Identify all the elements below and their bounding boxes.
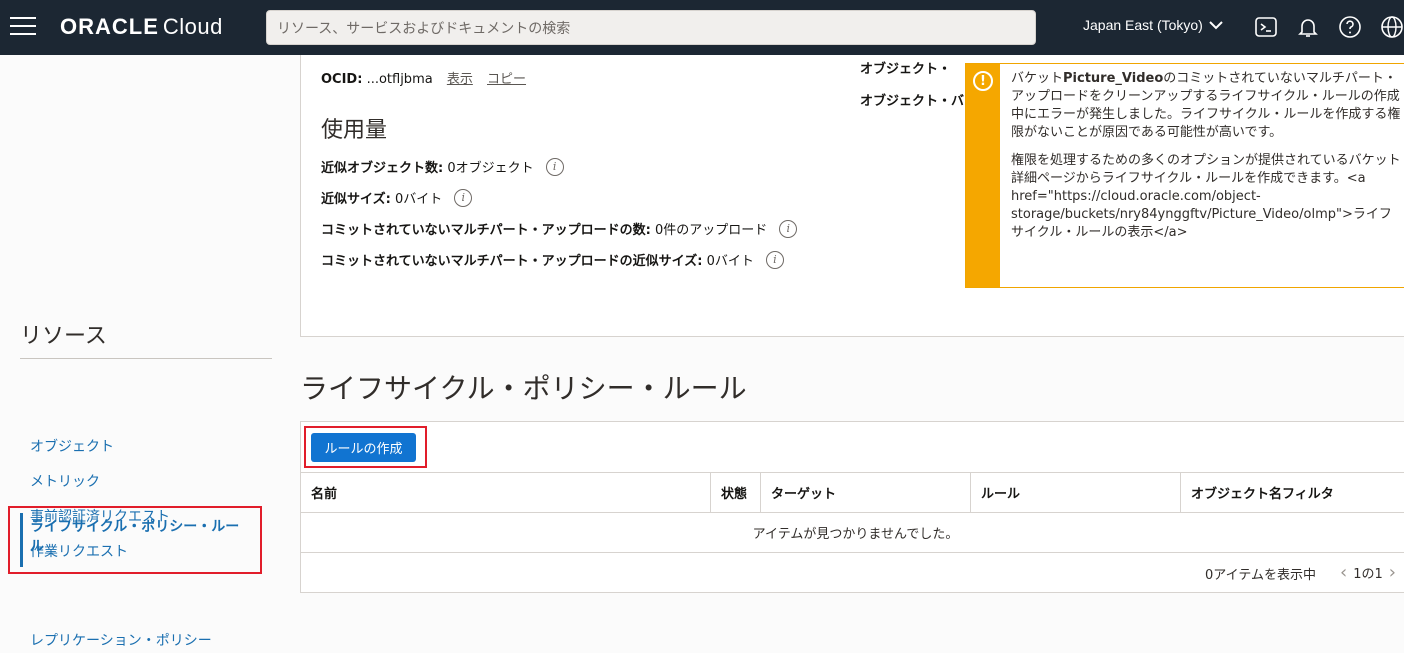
column-header-target[interactable]: ターゲット — [761, 473, 971, 512]
active-indicator — [20, 513, 23, 567]
usage-row-multipart-count: コミットされていないマルチパート・アップロードの数: 0件のアップロード i — [321, 219, 798, 238]
next-page-icon[interactable]: › — [1389, 562, 1396, 583]
chevron-down-icon — [1209, 21, 1223, 30]
warning-message: バケットPicture_Videoのコミットされていないマルチパート・アップロー… — [1011, 70, 1401, 252]
column-header-rule[interactable]: ルール — [971, 473, 1181, 512]
usage-value: 0オブジェクト — [447, 161, 534, 176]
usage-value: 0バイト — [706, 254, 754, 269]
info-icon[interactable]: i — [765, 250, 784, 269]
warning-text-2: 権限を処理するための多くのオプションが提供されているバケット詳細ページからライフ… — [1011, 153, 1401, 240]
usage-label: 近似オブジェクト数: — [321, 161, 444, 176]
resources-title: リソース — [20, 324, 107, 349]
warning-notification: ! バケットPicture_Videoのコミットされていないマルチパート・アップ… — [965, 63, 1404, 288]
empty-table-message: アイテムが見つかりませんでした。 — [301, 513, 1404, 553]
column-header-state[interactable]: 状態 — [711, 473, 761, 512]
info-icon[interactable]: i — [545, 157, 564, 176]
logo-brand: ORACLE — [60, 14, 159, 39]
cloud-shell-icon[interactable] — [1254, 15, 1278, 39]
sidebar-item-lifecycle-policy[interactable]: ライフサイクル・ポリシー・ルール — [30, 517, 250, 557]
usage-label: コミットされていないマルチパート・アップロードの数: — [321, 223, 651, 238]
usage-row-size: 近似サイズ: 0バイト i — [321, 188, 473, 207]
usage-row-object-count: 近似オブジェクト数: 0オブジェクト i — [321, 157, 564, 176]
object-info-label-2: オブジェクト・バ — [860, 94, 965, 109]
page-indicator: 1の1 — [1353, 567, 1383, 582]
region-selector[interactable]: Japan East (Tokyo) — [1083, 17, 1223, 33]
ocid-label: OCID: — [321, 72, 363, 87]
usage-value: 0件のアップロード — [654, 223, 768, 238]
bell-icon[interactable] — [1296, 15, 1320, 39]
globe-icon[interactable] — [1380, 15, 1404, 39]
pagination: ‹ 1の1 › — [1340, 562, 1396, 583]
usage-value: 0バイト — [394, 192, 443, 207]
region-label: Japan East (Tokyo) — [1083, 17, 1203, 33]
sidebar-item-objects[interactable]: オブジェクト — [30, 436, 114, 456]
logo-product: Cloud — [162, 14, 223, 39]
warning-text: バケット — [1011, 71, 1064, 86]
search-placeholder: リソース、サービスおよびドキュメントの検索 — [277, 20, 571, 37]
ocid-copy-link[interactable]: コピー — [487, 72, 526, 87]
usage-title: 使用量 — [321, 118, 388, 143]
info-icon[interactable]: i — [454, 188, 473, 207]
column-header-object-filter[interactable]: オブジェクト名フィルタ — [1181, 473, 1404, 512]
warning-bucket-name: Picture_Video — [1063, 71, 1164, 86]
sidebar-item-replication-policy[interactable]: レプリケーション・ポリシー — [30, 630, 212, 650]
usage-label: コミットされていないマルチパート・アップロードの近似サイズ: — [321, 254, 703, 269]
ocid-show-link[interactable]: 表示 — [447, 72, 473, 87]
ocid-row: OCID: ...otfljbma 表示 コピー — [321, 68, 526, 87]
ocid-value: ...otfljbma — [366, 72, 433, 87]
oracle-cloud-logo[interactable]: ORACLE Cloud — [60, 14, 223, 40]
warning-icon: ! — [973, 71, 993, 91]
hamburger-menu-icon[interactable] — [10, 17, 36, 37]
column-header-name[interactable]: 名前 — [301, 473, 711, 512]
resources-divider — [20, 358, 272, 359]
search-input[interactable]: リソース、サービスおよびドキュメントの検索 — [266, 10, 1036, 45]
previous-page-icon[interactable]: ‹ — [1340, 562, 1347, 583]
usage-row-multipart-size: コミットされていないマルチパート・アップロードの近似サイズ: 0バイト i — [321, 250, 784, 269]
usage-label: 近似サイズ: — [321, 192, 391, 207]
help-icon[interactable] — [1338, 15, 1362, 39]
top-navigation-bar: ORACLE Cloud リソース、サービスおよびドキュメントの検索 Japan … — [0, 0, 1404, 55]
sidebar-item-metrics[interactable]: メトリック — [30, 471, 100, 491]
table-header: 名前 状態 ターゲット ルール オブジェクト名フィルタ — [301, 472, 1404, 513]
info-icon[interactable]: i — [779, 219, 798, 238]
warning-sidebar: ! — [966, 64, 1000, 287]
create-rule-button[interactable]: ルールの作成 — [311, 433, 416, 462]
lifecycle-section-title: ライフサイクル・ポリシー・ルール — [300, 372, 747, 405]
item-count: 0アイテムを表示中 — [1205, 568, 1316, 583]
object-info-label-1: オブジェクト・ — [860, 62, 952, 77]
